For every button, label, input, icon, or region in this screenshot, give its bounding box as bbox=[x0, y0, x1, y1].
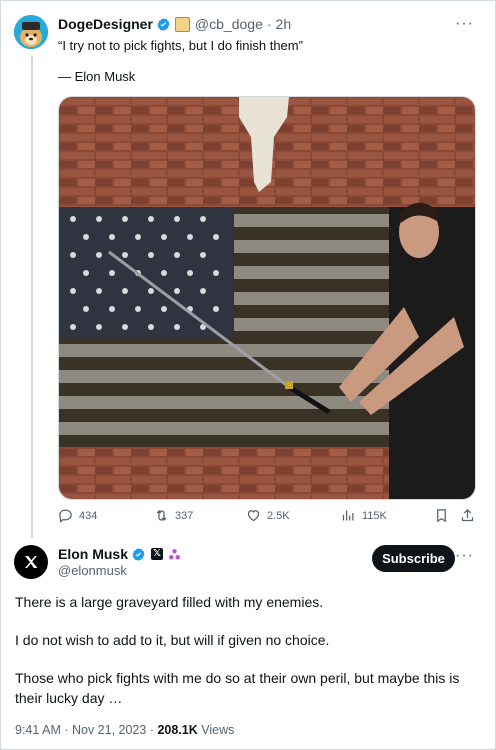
dogedesigner-avatar[interactable] bbox=[14, 15, 48, 49]
more-icon[interactable]: ··· bbox=[455, 15, 474, 33]
verified-badge-icon bbox=[132, 547, 145, 561]
tweet-meta: 9:41 AM · Nov 21, 2023 · 208.1K Views bbox=[15, 723, 234, 737]
bookmark-icon bbox=[437, 509, 446, 523]
tweet-time[interactable]: 2h bbox=[276, 16, 292, 32]
affiliate-x-badge-icon: 𝕏 bbox=[151, 548, 164, 560]
verified-badge-icon bbox=[157, 17, 170, 31]
affiliate-badge-icon bbox=[174, 16, 190, 32]
reply-count: 434 bbox=[79, 509, 98, 522]
elonmusk-avatar[interactable] bbox=[14, 545, 48, 579]
tweet-paragraph: I do not wish to add to it, but will if … bbox=[15, 632, 330, 648]
author-name[interactable]: DogeDesigner bbox=[58, 16, 153, 32]
reply-button[interactable]: 434 bbox=[58, 508, 97, 523]
more-icon[interactable]: ··· bbox=[455, 547, 474, 565]
quoted-tweet-attribution: — Elon Musk bbox=[58, 69, 136, 84]
tweet-paragraph: Those who pick fights with me do so at t… bbox=[15, 670, 460, 706]
subscribe-button[interactable]: Subscribe bbox=[372, 545, 455, 572]
views-button[interactable]: 115K bbox=[341, 508, 387, 523]
share-button[interactable] bbox=[460, 508, 481, 523]
quoted-tweet-actions: 434 337 2.5K 115K bbox=[58, 508, 476, 528]
author-name[interactable]: Elon Musk bbox=[58, 546, 128, 562]
main-tweet-header: Elon Musk 𝕏 bbox=[58, 545, 181, 563]
quoted-tweet-header: DogeDesigner @cb_doge · 2h bbox=[58, 15, 291, 33]
quoted-tweet-text: “I try not to pick fights, but I do fini… bbox=[58, 38, 303, 53]
tweet-paragraph: There is a large graveyard filled with m… bbox=[15, 594, 324, 610]
tweet-timestamp[interactable]: 9:41 AM · Nov 21, 2023 · bbox=[15, 723, 154, 737]
author-handle[interactable]: @elonmusk bbox=[58, 563, 127, 578]
views-count: 208.1K bbox=[157, 723, 198, 737]
people-badge-icon bbox=[169, 548, 180, 559]
thread-line bbox=[31, 56, 33, 538]
views-icon bbox=[342, 510, 354, 521]
repost-count: 337 bbox=[175, 509, 194, 522]
like-icon bbox=[247, 510, 260, 522]
views-count: 115K bbox=[362, 509, 387, 522]
tweet-photo[interactable] bbox=[58, 96, 476, 500]
author-handle[interactable]: @cb_doge bbox=[195, 16, 263, 32]
like-button[interactable]: 2.5K bbox=[246, 508, 290, 523]
separator-dot: · bbox=[266, 16, 272, 32]
x-logo-icon bbox=[25, 556, 38, 568]
bookmark-button[interactable] bbox=[434, 508, 455, 523]
reply-icon bbox=[59, 509, 72, 523]
repost-button[interactable]: 337 bbox=[154, 508, 193, 523]
share-icon bbox=[461, 508, 474, 522]
repost-icon bbox=[156, 510, 167, 521]
views-label: Views bbox=[201, 723, 235, 737]
like-count: 2.5K bbox=[267, 509, 290, 522]
